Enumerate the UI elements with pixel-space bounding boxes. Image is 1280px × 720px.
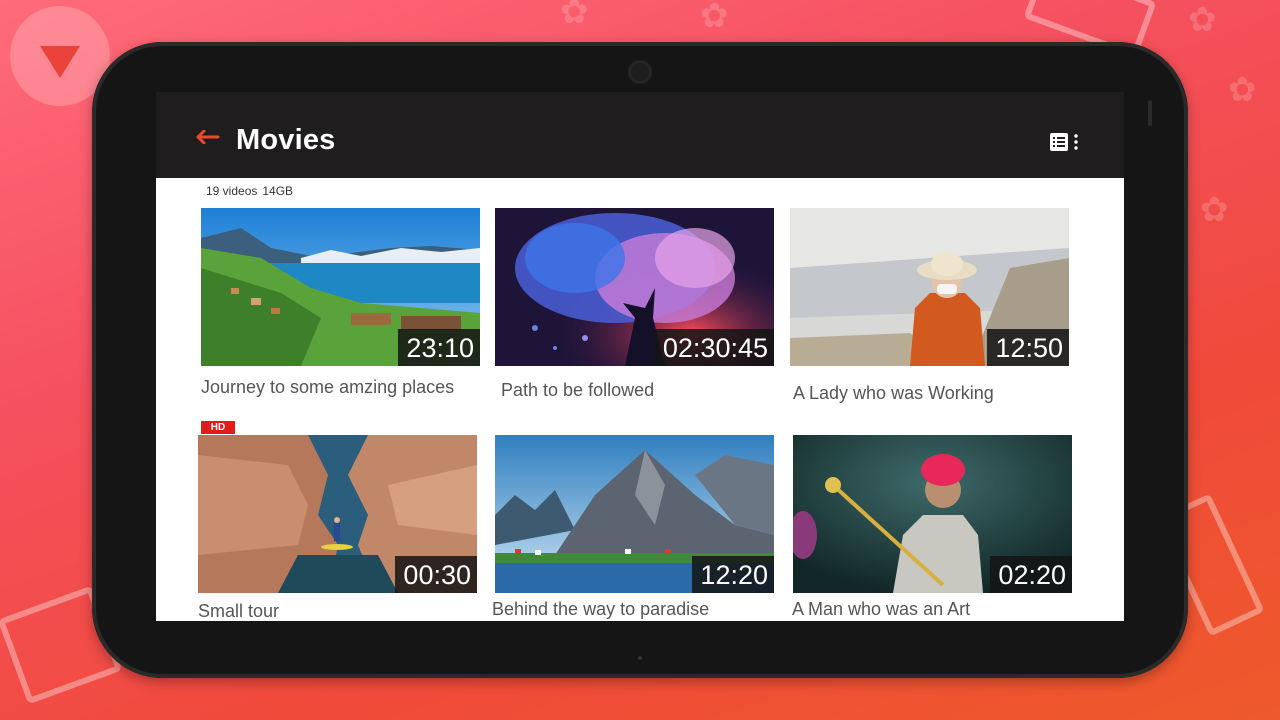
tablet-frame: Movies 19 videos 14GB 23:10 Journey to s… — [92, 42, 1188, 678]
video-thumbnail[interactable]: 00:30 — [198, 435, 477, 593]
video-title[interactable]: Journey to some amzing places — [201, 378, 471, 397]
video-duration: 12:50 — [987, 329, 1069, 366]
folder-size: 14GB — [262, 184, 294, 198]
video-title[interactable]: Behind the way to paradise — [492, 600, 762, 619]
folder-info: 19 videos 14GB — [206, 184, 293, 198]
side-button — [1148, 100, 1152, 126]
page-title: Movies — [236, 124, 336, 156]
video-duration: 02:30:45 — [654, 329, 774, 366]
mic-dot — [638, 656, 642, 660]
hd-badge: HD — [201, 421, 235, 434]
video-title[interactable]: A Man who was an Art — [792, 600, 1062, 619]
video-duration: 00:30 — [395, 556, 477, 593]
more-vertical-icon[interactable] — [1074, 134, 1078, 150]
video-duration: 12:20 — [692, 556, 774, 593]
video-duration: 02:20 — [990, 556, 1072, 593]
video-title[interactable]: Path to be followed — [501, 381, 771, 400]
list-view-icon[interactable] — [1049, 132, 1069, 152]
app-screen: Movies 19 videos 14GB 23:10 Journey to s… — [156, 92, 1124, 621]
flower-decoration-icon: ✿ — [700, 0, 729, 35]
flower-decoration-icon: ✿ — [1188, 1, 1217, 39]
app-bar: Movies — [156, 92, 1124, 178]
video-title[interactable]: A Lady who was Working — [793, 384, 1063, 403]
video-thumbnail[interactable]: 02:20 — [793, 435, 1072, 593]
video-thumbnail[interactable]: 23:10 — [201, 208, 480, 366]
video-duration: 23:10 — [398, 329, 480, 366]
video-thumbnail[interactable]: 12:50 — [790, 208, 1069, 366]
flower-decoration-icon: ✿ — [560, 0, 589, 31]
arrow-left-icon[interactable] — [196, 130, 220, 144]
video-thumbnail[interactable]: 12:20 — [495, 435, 774, 593]
video-count: 19 videos — [206, 184, 258, 198]
flower-decoration-icon: ✿ — [1200, 191, 1229, 229]
video-thumbnail[interactable]: 02:30:45 — [495, 208, 774, 366]
flower-decoration-icon: ✿ — [1228, 71, 1257, 109]
camera-icon — [628, 60, 652, 84]
play-logo-icon — [40, 46, 80, 78]
video-title[interactable]: Small tour — [198, 602, 468, 621]
